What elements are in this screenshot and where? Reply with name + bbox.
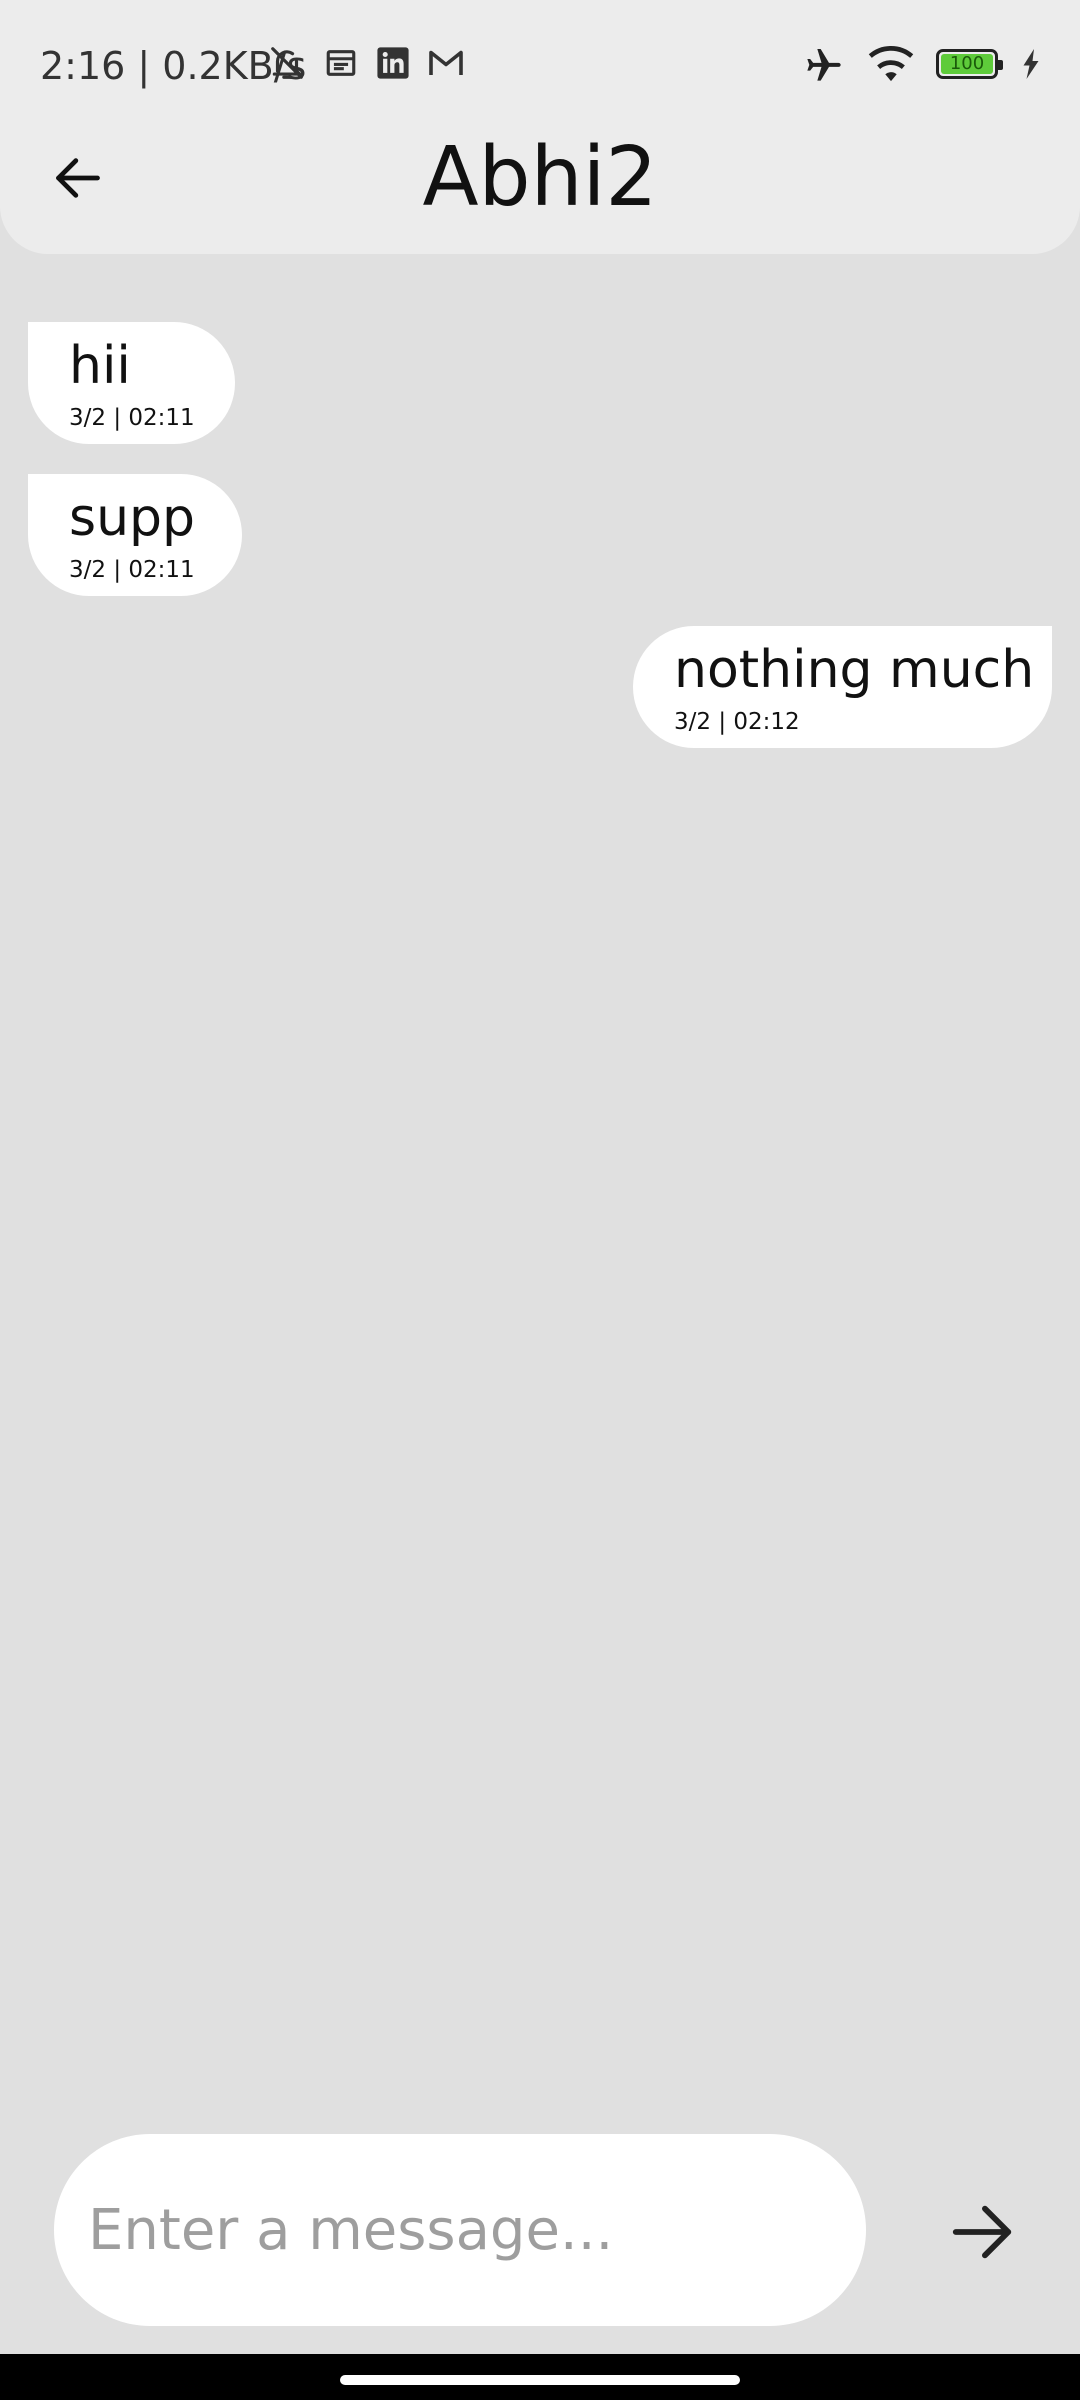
battery-level: 100 <box>949 53 985 74</box>
status-bar: 2:16 | 0.2KB/s 100 <box>0 0 1080 130</box>
message-timestamp: 3/2 | 02:11 <box>69 557 195 583</box>
message-input[interactable] <box>54 2134 866 2326</box>
message-text: nothing much <box>674 640 1035 700</box>
status-time: 2:16 | 0.2KB/s <box>40 44 307 88</box>
gmail-icon <box>429 50 463 75</box>
message-timestamp: 3/2 | 02:12 <box>674 709 800 735</box>
linkedin-icon <box>377 47 409 79</box>
message-bubble-sent[interactable]: nothing much 3/2 | 02:12 <box>633 626 1052 748</box>
home-gesture-handle[interactable] <box>340 2375 740 2385</box>
app-header: 2:16 | 0.2KB/s 100 Abhi2 <box>0 0 1080 254</box>
notification-icons <box>268 44 464 82</box>
charging-bolt-icon <box>1023 49 1039 79</box>
wifi-icon <box>868 45 914 82</box>
message-text: supp <box>69 488 196 548</box>
send-button[interactable] <box>940 2190 1024 2274</box>
airplane-icon <box>807 49 841 81</box>
arrow-right-icon <box>952 2205 1012 2259</box>
chat-title: Abhi2 <box>422 130 658 225</box>
system-nav-bar <box>0 2354 1080 2400</box>
battery-icon: 100 <box>936 49 1003 79</box>
message-timestamp: 3/2 | 02:11 <box>69 405 195 431</box>
message-bubble-received[interactable]: supp 3/2 | 02:11 <box>28 474 242 596</box>
message-text: hii <box>69 336 131 396</box>
system-icons: 100 <box>802 44 1042 84</box>
battery-tip <box>998 60 1003 70</box>
bell-off-icon <box>271 47 303 79</box>
calendar-icon <box>326 50 356 76</box>
message-bubble-received[interactable]: hii 3/2 | 02:11 <box>28 322 235 444</box>
